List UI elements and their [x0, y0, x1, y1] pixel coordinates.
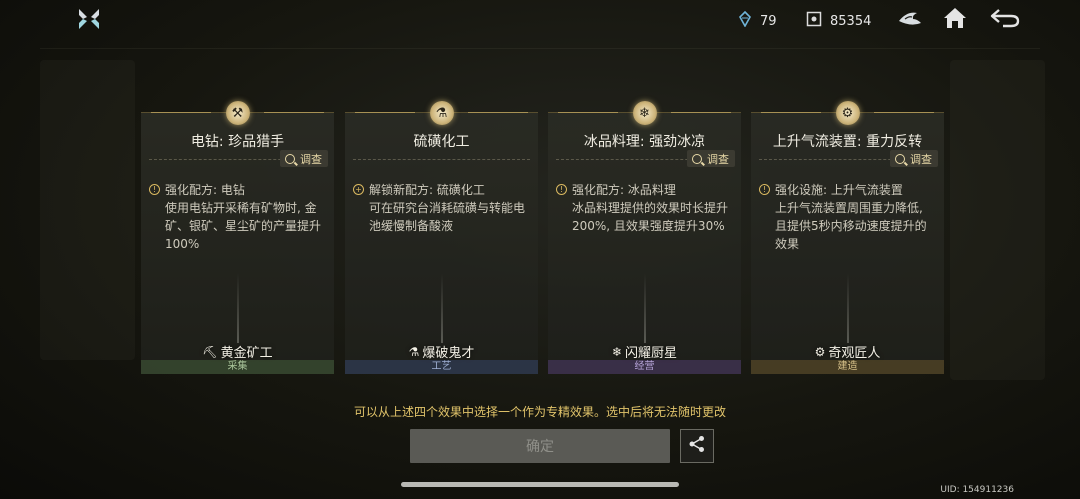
category-badge: 建造 — [751, 360, 944, 374]
ice-food-icon: ❄ — [611, 344, 623, 359]
system-home-indicator[interactable] — [401, 482, 679, 487]
decor-spark — [440, 273, 443, 343]
magnifier-icon — [285, 153, 295, 164]
card-subtitle: ❄ 闪耀厨星 — [548, 342, 741, 362]
desc-head: 解锁新配方: 硫磺化工 — [369, 183, 485, 197]
info-icon: ! — [759, 184, 770, 195]
game-logo-icon[interactable] — [76, 6, 102, 32]
share-button[interactable] — [680, 429, 714, 463]
drill-icon: ⚒ — [225, 101, 250, 125]
decor-spark — [643, 273, 646, 343]
card-trim — [874, 112, 934, 113]
decor-spark — [846, 273, 849, 343]
unlock-icon: + — [353, 184, 364, 195]
background-panel — [950, 60, 1045, 380]
card-title: 硫磺化工 — [413, 134, 470, 150]
shark-icon — [897, 7, 923, 33]
card-subtitle-text: 奇观匠人 — [828, 346, 881, 361]
card-trim — [761, 112, 821, 113]
currency-icon — [806, 11, 822, 31]
selection-notice: 可以从上述四个效果中选择一个作为专精效果。选中后将无法随时更改 — [353, 405, 726, 419]
card-subtitle-text: 闪耀厨星 — [625, 346, 678, 361]
bottle-icon: ⚗ — [408, 344, 420, 359]
resource-crystal: 79 — [738, 10, 777, 31]
card-subtitle: ⛏ 黄金矿工 — [141, 342, 334, 362]
back-button[interactable] — [990, 6, 1020, 34]
crystal-icon — [738, 10, 752, 31]
magnifier-icon — [692, 153, 702, 164]
card-trim — [264, 112, 324, 113]
confirm-button[interactable]: 确定 — [410, 429, 670, 463]
category-badge: 采集 — [141, 360, 334, 374]
crystal-count: 79 — [760, 13, 777, 29]
updraft-icon: ⚙ — [814, 344, 826, 359]
desc-head: 强化设施: 上升气流装置 — [775, 183, 903, 197]
investigate-label: 调查 — [300, 152, 322, 166]
decor-spark — [236, 273, 239, 343]
desc-head: 强化配方: 电钻 — [165, 183, 245, 197]
card-subtitle-text: 爆破鬼才 — [422, 346, 475, 361]
ice-food-icon: ❄ — [632, 101, 657, 125]
card-subtitle: ⚗ 爆破鬼才 — [345, 342, 538, 362]
resource-currency: 85354 — [806, 11, 871, 31]
effect-card[interactable]: ⚙ 上升气流装置: 重力反转 调查 ! 强化设施: 上升气流装置 上升气流装置周… — [751, 101, 944, 374]
card-description: ! 强化设施: 上升气流装置 上升气流装置周围重力降低, 且提供5秒内移动速度提… — [759, 181, 934, 253]
card-trim — [671, 112, 731, 113]
updraft-icon: ⚙ — [835, 101, 860, 125]
info-icon: ! — [149, 184, 160, 195]
card-trim — [151, 112, 211, 113]
desc-head: 强化配方: 冰品料理 — [572, 183, 676, 197]
card-title: 电钻: 珍品猎手 — [190, 134, 285, 150]
investigate-button[interactable]: 调查 — [890, 150, 938, 167]
card-subtitle: ⚙ 奇观匠人 — [751, 342, 944, 362]
card-trim — [468, 112, 528, 113]
magnifier-icon — [895, 153, 905, 164]
investigate-label: 调查 — [707, 152, 729, 166]
effect-card[interactable]: ⚗ 硫磺化工 + 解锁新配方: 硫磺化工 可在研究台消耗硫磺与转能电池缓慢制备酸… — [345, 101, 538, 374]
desc-body: 可在研究台消耗硫磺与转能电池缓慢制备酸液 — [369, 201, 526, 233]
effect-card[interactable]: ❄ 冰品料理: 强劲冰凉 调查 ! 强化配方: 冰品料理 冰品料理提供的效果时长… — [548, 101, 741, 374]
currency-count: 85354 — [830, 13, 872, 29]
card-trim — [355, 112, 415, 113]
info-icon: ! — [556, 184, 567, 195]
effect-card[interactable]: ⚒ 电钻: 珍品猎手 调查 ! 强化配方: 电钻 使用电钻开采稀有矿物时, 金矿… — [141, 101, 334, 374]
home-icon — [942, 6, 968, 34]
investigate-button[interactable]: 调查 — [687, 150, 735, 167]
drill-icon: ⛏ — [202, 344, 218, 359]
card-description: ! 强化配方: 电钻 使用电钻开采稀有矿物时, 金矿、银矿、星尘矿的产量提升10… — [149, 181, 324, 253]
shark-button[interactable] — [895, 6, 925, 34]
category-badge: 经营 — [548, 360, 741, 374]
card-description: + 解锁新配方: 硫磺化工 可在研究台消耗硫磺与转能电池缓慢制备酸液 — [353, 181, 528, 235]
bottle-icon: ⚗ — [429, 101, 454, 125]
category-badge: 工艺 — [345, 360, 538, 374]
desc-body: 上升气流装置周围重力降低, 且提供5秒内移动速度提升的效果 — [775, 201, 927, 251]
desc-body: 使用电钻开采稀有矿物时, 金矿、银矿、星尘矿的产量提升100% — [165, 201, 322, 251]
investigate-label: 调查 — [910, 152, 932, 166]
card-description: ! 强化配方: 冰品料理 冰品料理提供的效果时长提升200%, 且效果强度提升3… — [556, 181, 731, 235]
home-button[interactable] — [940, 6, 970, 34]
card-title: 冰品料理: 强劲冰凉 — [583, 134, 706, 150]
investigate-button[interactable]: 调查 — [280, 150, 328, 167]
card-subtitle-text: 黄金矿工 — [220, 346, 273, 361]
background-panel — [40, 60, 135, 360]
desc-body: 冰品料理提供的效果时长提升200%, 且效果强度提升30% — [572, 201, 729, 233]
background-divider — [40, 48, 1040, 49]
share-icon — [688, 435, 706, 457]
card-title: 上升气流装置: 重力反转 — [772, 134, 923, 150]
card-divider — [353, 159, 530, 160]
user-id: UID: 154911236 — [940, 485, 1014, 495]
card-trim — [558, 112, 618, 113]
back-icon — [989, 7, 1021, 33]
